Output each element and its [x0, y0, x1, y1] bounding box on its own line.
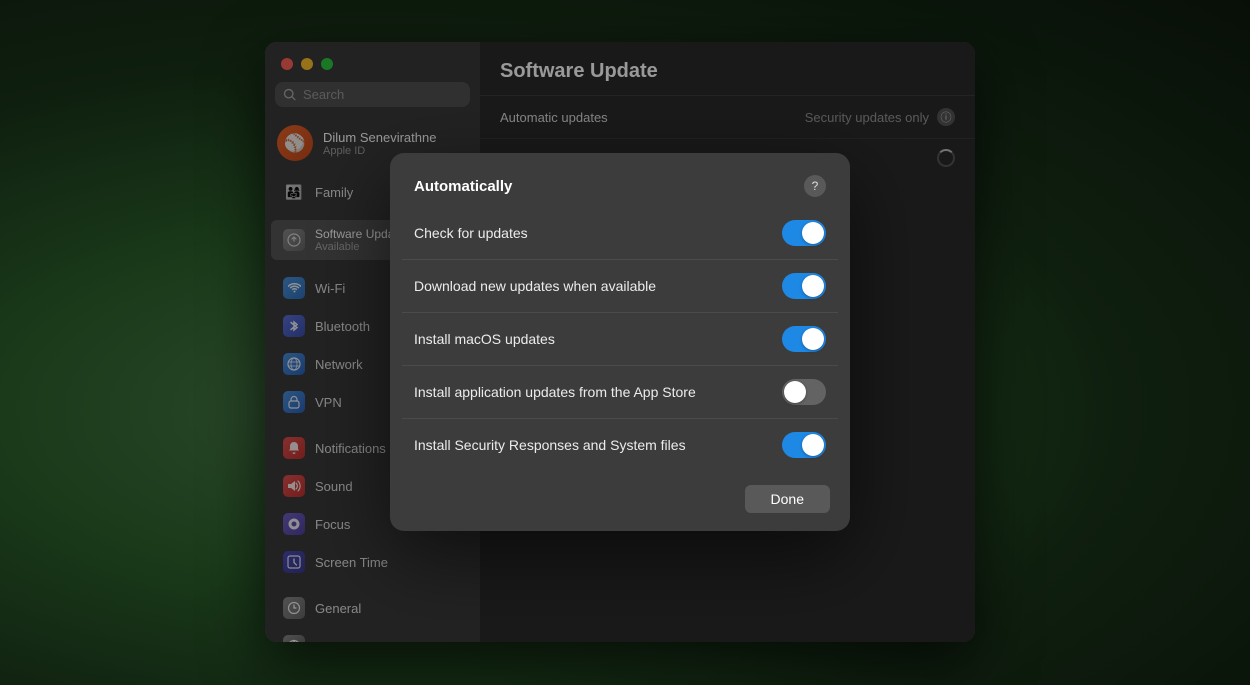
toggle-download-updates: Download new updates when available — [480, 260, 838, 313]
toggle-label: Download new updates when available — [480, 278, 656, 294]
toggle-knob — [802, 328, 824, 350]
done-button[interactable]: Done — [745, 485, 830, 513]
toggle-install-security: Install Security Responses and System fi… — [480, 419, 838, 471]
toggle-install-macos: Install macOS updates — [480, 313, 838, 366]
toggle-switch-install-macos[interactable] — [782, 326, 826, 352]
toggle-knob — [802, 434, 824, 456]
modal-title: Automatically — [480, 178, 512, 195]
toggle-label: Install Security Responses and System fi… — [480, 437, 686, 453]
modal-body: Check for updates Download new updates w… — [480, 207, 850, 471]
toggle-install-app-store: Install application updates from the App… — [480, 366, 838, 419]
toggle-switch-install-security[interactable] — [782, 432, 826, 458]
toggle-knob — [802, 222, 824, 244]
main-window: ⚾ Dilum Senevirathne Apple ID 👨‍👩‍👧 Fami… — [265, 42, 975, 642]
modal-dialog: Automatically ? Check for updates — [480, 153, 850, 531]
toggle-label: Install macOS updates — [480, 331, 555, 347]
toggle-check-for-updates: Check for updates — [480, 207, 838, 260]
toggle-label: Check for updates — [480, 225, 528, 241]
modal-footer: Done — [480, 471, 850, 531]
toggle-switch-download-updates[interactable] — [782, 273, 826, 299]
toggle-switch-install-appstore[interactable] — [782, 379, 826, 405]
toggle-knob — [784, 381, 806, 403]
toggle-switch-check-updates[interactable] — [782, 220, 826, 246]
toggle-knob — [802, 275, 824, 297]
toggle-label: Install application updates from the App… — [480, 384, 696, 400]
modal-overlay: Automatically ? Check for updates — [480, 42, 975, 642]
help-button[interactable]: ? — [804, 175, 826, 197]
modal-header: Automatically ? — [480, 153, 850, 207]
main-content: Software Update Automatic updates Securi… — [480, 42, 975, 642]
